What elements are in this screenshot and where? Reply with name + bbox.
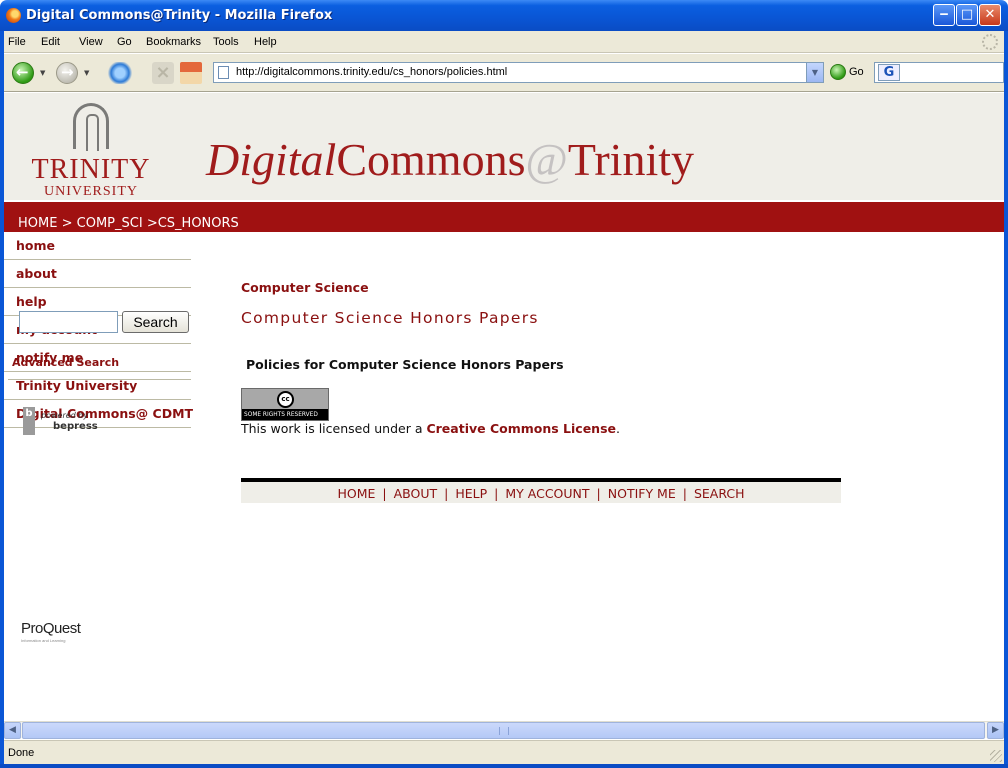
breadcrumb-home[interactable]: HOME: [18, 216, 57, 231]
license-text: This work is licensed under a Creative C…: [241, 421, 620, 436]
page-viewport: TRINITY UNIVERSITY DigitalCommons@Trinit…: [4, 93, 1004, 721]
footer-separator: |: [596, 486, 601, 501]
bepress-name: bepress: [53, 421, 98, 432]
menu-tools[interactable]: Tools: [213, 36, 239, 48]
status-text: Done: [8, 747, 35, 759]
url-text[interactable]: http://digitalcommons.trinity.edu/cs_hon…: [236, 66, 507, 78]
back-arrow-icon[interactable]: [12, 62, 34, 84]
menu-bar: File Edit View Go Bookmarks Tools Help: [4, 31, 1004, 53]
breadcrumb-cs-honors[interactable]: CS_HONORS: [158, 216, 239, 231]
proquest-logo[interactable]: ProQuest Information and Learning: [21, 620, 81, 643]
footer-separator: |: [382, 486, 387, 501]
scrollbar-grip-icon: [499, 727, 509, 735]
go-button[interactable]: Go: [830, 64, 864, 82]
footer-about-link[interactable]: ABOUT: [394, 486, 438, 501]
footer-separator: |: [682, 486, 687, 501]
footer-separator: |: [444, 486, 449, 501]
bepress-powered-by: powered by: [41, 411, 89, 420]
footer-home-link[interactable]: HOME: [337, 486, 375, 501]
page-icon: [218, 66, 229, 79]
scroll-left-icon[interactable]: ◀: [4, 722, 21, 739]
close-button[interactable]: ✕: [979, 4, 1001, 26]
window-frame-right: [1004, 31, 1008, 768]
menu-bookmarks[interactable]: Bookmarks: [146, 36, 201, 48]
search-input[interactable]: [19, 311, 118, 333]
site-title-part1: Digital: [206, 134, 337, 185]
reload-icon[interactable]: [108, 62, 132, 84]
footer-help-link[interactable]: HELP: [455, 486, 487, 501]
site-title[interactable]: DigitalCommons@Trinity: [206, 133, 694, 186]
url-history-dropdown[interactable]: ▼: [806, 63, 823, 82]
navigation-toolbar: ▼ ▼ × http://digitalcommons.trinity.edu/…: [4, 54, 1004, 92]
maximize-button[interactable]: □: [956, 4, 978, 26]
search-button[interactable]: Search: [122, 311, 189, 333]
site-header: TRINITY UNIVERSITY DigitalCommons@Trinit…: [4, 93, 1004, 200]
resize-grip-icon[interactable]: [990, 750, 1002, 762]
window-title-bar[interactable]: Digital Commons@Trinity - Mozilla Firefo…: [0, 0, 1008, 31]
sidebar-divider: [8, 379, 191, 380]
forward-dropdown-icon[interactable]: ▼: [84, 69, 89, 77]
minimize-button[interactable]: ‒: [933, 4, 955, 26]
horizontal-scrollbar[interactable]: ◀ ▶: [4, 721, 1004, 739]
sidebar-item-trinity-university[interactable]: Trinity University: [4, 372, 191, 400]
url-bar[interactable]: http://digitalcommons.trinity.edu/cs_hon…: [213, 62, 824, 83]
department-link[interactable]: Computer Science: [241, 280, 369, 295]
site-title-part3: Trinity: [567, 134, 695, 185]
forward-arrow-icon[interactable]: [56, 62, 78, 84]
creative-commons-link[interactable]: Creative Commons License: [426, 421, 616, 436]
tower-icon: [73, 103, 109, 151]
cc-badge-text: SOME RIGHTS RESERVED: [242, 409, 328, 420]
bepress-logo[interactable]: b powered by bepress: [23, 407, 103, 437]
proquest-name: ProQuest: [21, 620, 81, 637]
breadcrumb-separator: >: [146, 216, 158, 231]
menu-go[interactable]: Go: [117, 36, 132, 48]
site-title-part2: Commons: [336, 134, 526, 185]
sidebar-item-about[interactable]: about: [4, 260, 191, 288]
breadcrumb-separator: >: [61, 216, 73, 231]
breadcrumb-comp-sci[interactable]: COMP_SCI: [77, 216, 143, 231]
cc-icon: cc: [277, 391, 294, 408]
breadcrumb: HOME > COMP_SCI >CS_HONORS: [18, 216, 239, 231]
footer-separator: |: [494, 486, 499, 501]
go-label: Go: [849, 65, 864, 78]
stop-icon[interactable]: ×: [152, 62, 174, 84]
breadcrumb-bar: HOME > COMP_SCI >CS_HONORS: [4, 202, 1004, 232]
menu-file[interactable]: File: [8, 36, 26, 48]
license-prefix: This work is licensed under a: [241, 421, 427, 436]
search-form: Search: [19, 311, 189, 335]
sidebar-item-home[interactable]: home: [4, 232, 191, 260]
go-icon: [830, 64, 846, 80]
menu-edit[interactable]: Edit: [41, 36, 60, 48]
policies-heading: Policies for Computer Science Honors Pap…: [246, 357, 564, 372]
license-suffix: .: [616, 421, 620, 436]
home-icon[interactable]: [180, 62, 202, 84]
menu-help[interactable]: Help: [254, 36, 277, 48]
status-bar: Done: [4, 740, 1004, 764]
throbber-icon: [982, 34, 998, 50]
scroll-right-icon[interactable]: ▶: [987, 722, 1004, 739]
site-title-at: @: [525, 134, 568, 185]
back-dropdown-icon[interactable]: ▼: [40, 69, 45, 77]
window-frame-bottom: [0, 764, 1008, 768]
trinity-university-logo[interactable]: TRINITY UNIVERSITY: [26, 103, 156, 199]
window-title: Digital Commons@Trinity - Mozilla Firefo…: [26, 8, 333, 23]
footer-navigation: HOME | ABOUT | HELP | MY ACCOUNT | NOTIFY ME | SEA…: [241, 482, 841, 503]
advanced-search-link[interactable]: Advanced Search: [12, 356, 119, 369]
menu-view[interactable]: View: [79, 36, 103, 48]
logo-name: TRINITY: [31, 154, 151, 185]
scrollbar-thumb[interactable]: [22, 722, 985, 739]
creative-commons-badge[interactable]: cc SOME RIGHTS RESERVED: [241, 388, 329, 421]
footer-search-link[interactable]: SEARCH: [694, 486, 745, 501]
page-title: Computer Science Honors Papers: [241, 309, 539, 327]
footer-notify-me-link[interactable]: NOTIFY ME: [608, 486, 676, 501]
bepress-b-icon: b: [23, 407, 35, 435]
firefox-icon: [6, 8, 21, 23]
footer-my-account-link[interactable]: MY ACCOUNT: [505, 486, 589, 501]
logo-subtitle: UNIVERSITY: [44, 184, 138, 199]
google-icon[interactable]: G: [878, 64, 900, 81]
proquest-subtitle: Information and Learning: [21, 638, 66, 643]
web-search-box[interactable]: G: [874, 62, 1004, 83]
